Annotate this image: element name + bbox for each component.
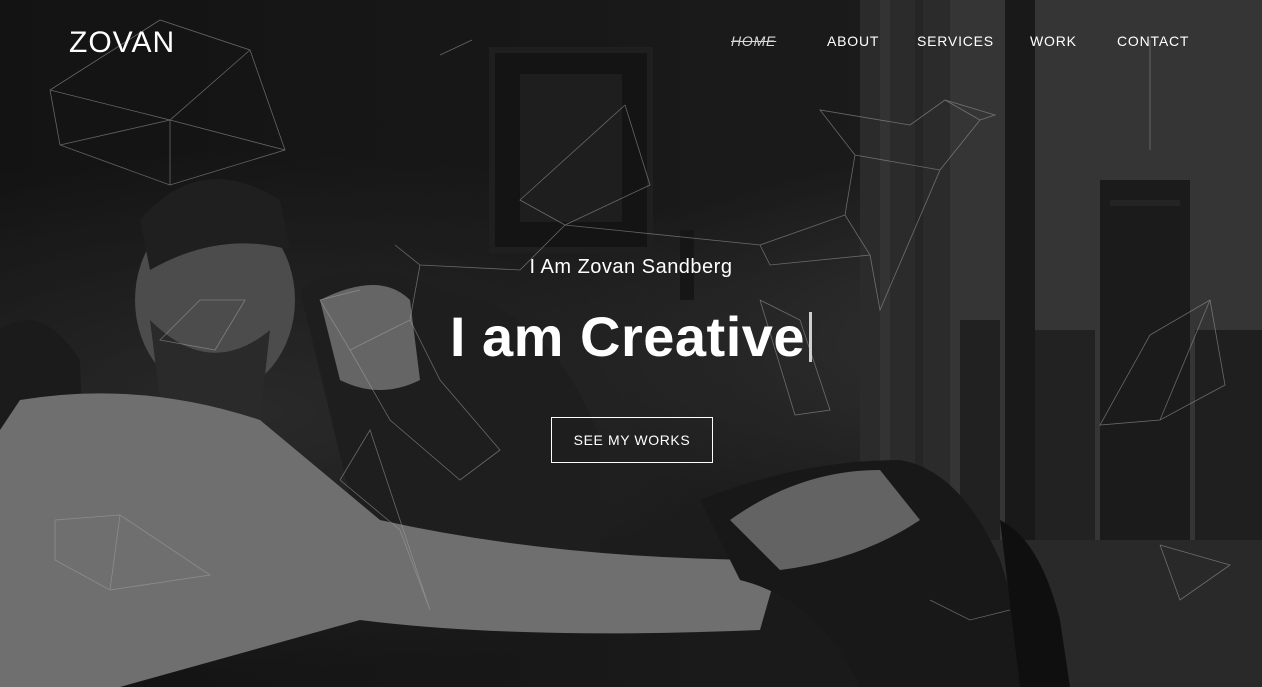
nav-work[interactable]: WORK: [1030, 33, 1077, 49]
site-logo[interactable]: ZOVAN: [69, 26, 175, 60]
typing-cursor: [809, 312, 813, 362]
hero-subtitle: I Am Zovan Sandberg: [529, 256, 733, 278]
hero-headline-text: I am Creative: [449, 305, 806, 368]
nav-contact[interactable]: CONTACT: [1117, 33, 1189, 49]
hero-section: ZOVAN HOME ABOUT SERVICES WORK CONTACT I…: [0, 0, 1262, 687]
hero-headline: I am Creative: [0, 304, 1262, 369]
see-my-works-button[interactable]: SEE MY WORKS: [551, 417, 713, 463]
nav-home[interactable]: HOME: [731, 33, 776, 49]
nav-services[interactable]: SERVICES: [917, 33, 994, 49]
nav-about[interactable]: ABOUT: [827, 33, 879, 49]
